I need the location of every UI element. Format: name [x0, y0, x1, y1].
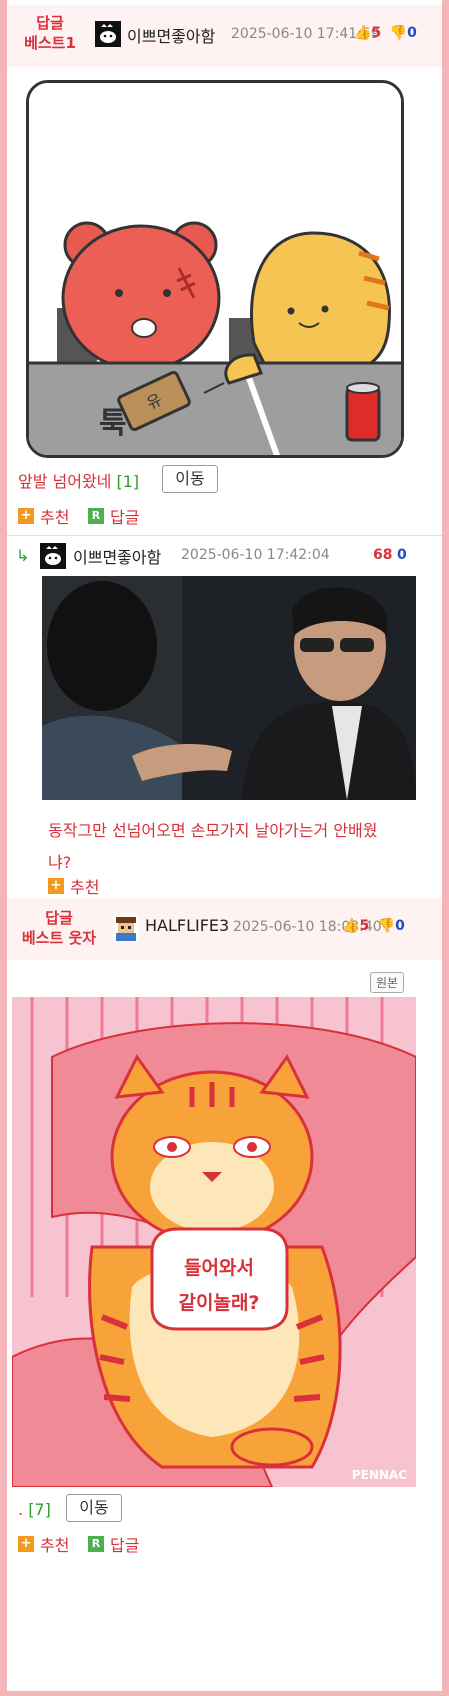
down-count: 0	[396, 547, 407, 563]
reply-button[interactable]: R 답글	[88, 504, 139, 528]
avatar[interactable]	[113, 915, 139, 941]
comment-header: 답글 베스트 웃자 HALFLIFE3 2025-06-10 18:03:40 …	[7, 898, 442, 960]
best-reply-badge: 답글 베스트1	[24, 14, 76, 52]
reply-icon: R	[88, 1536, 104, 1552]
avatar[interactable]	[40, 543, 66, 569]
thumbs-down-icon[interactable]: 👎	[390, 25, 407, 41]
author-nickname[interactable]: 이쁘면좋아함	[127, 23, 215, 47]
speech-bubble-line2: 같이놀래?	[179, 1292, 260, 1314]
reply-button[interactable]: R 답글	[88, 1532, 139, 1556]
up-count: 5	[359, 918, 370, 934]
down-count: 0	[407, 25, 417, 41]
artist-signature: PENNAC	[352, 1468, 407, 1482]
reply-count[interactable]: [1]	[117, 472, 140, 491]
comment-photo[interactable]	[42, 576, 416, 800]
up-count: 68	[373, 547, 393, 563]
comment-text: 동작그만 선넘어오면 손모가지 날아가는거 안배웠 냐?	[48, 821, 378, 872]
plus-icon: +	[48, 878, 64, 894]
comment-header: 답글 베스트1 이쁘면좋아함 2025-06-10 17:41:59 👍5 👎0	[7, 5, 442, 67]
author-nickname[interactable]: 이쁘면좋아함	[73, 544, 161, 568]
speech-bubble-line1: 들어와서	[184, 1257, 254, 1279]
vote-counts: 👍5 👎0	[342, 918, 405, 934]
plus-icon: +	[18, 508, 34, 524]
sound-effect-text: 툭	[99, 406, 127, 441]
reply-icon: R	[88, 508, 104, 524]
plus-icon: +	[18, 1536, 34, 1552]
down-count: 0	[395, 918, 405, 934]
recommend-button[interactable]: + 추천	[48, 874, 99, 898]
thumbs-up-icon[interactable]: 👍	[342, 918, 359, 934]
thumbs-up-icon[interactable]: 👍	[354, 25, 371, 41]
recommend-button[interactable]: + 추천	[18, 504, 69, 528]
avatar[interactable]	[95, 21, 121, 47]
author-nickname[interactable]: HALFLIFE3	[145, 916, 229, 935]
recommend-button[interactable]: + 추천	[18, 1532, 69, 1556]
original-image-button[interactable]: 원본	[370, 972, 405, 993]
vote-counts: 68 0	[373, 547, 407, 563]
thumbs-down-icon[interactable]: 👎	[378, 918, 395, 934]
up-count: 5	[371, 25, 382, 41]
comment-text: . [7]	[18, 1500, 51, 1519]
move-button[interactable]: 이동	[66, 1494, 122, 1522]
move-button[interactable]: 이동	[162, 465, 218, 493]
reply-arrow-icon: ↳	[16, 546, 30, 565]
comment-text: 앞발 넘어왔네 [1]	[18, 472, 140, 491]
best-reply-badge: 답글 베스트 웃자	[21, 909, 97, 947]
vote-counts: 👍5 👎0	[354, 25, 417, 41]
reply-header: ↳ 이쁘면좋아함 2025-06-10 17:42:04 68 0	[7, 535, 442, 575]
comment-illustration[interactable]: 들어와서 같이놀래? PENNAC	[12, 997, 416, 1487]
comment-comic-image[interactable]: 유 툭	[26, 80, 404, 458]
comment-date: 2025-06-10 17:42:04	[181, 547, 330, 563]
reply-count[interactable]: [7]	[28, 1500, 51, 1519]
